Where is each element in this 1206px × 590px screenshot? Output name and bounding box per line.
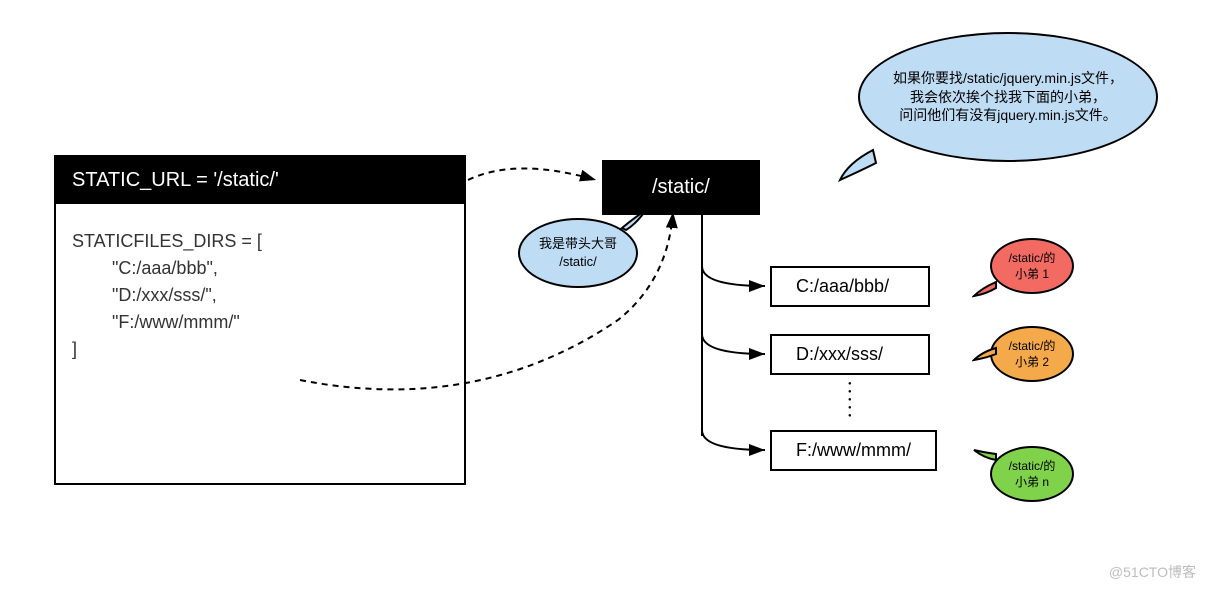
watermark: @51CTO博客: [1109, 562, 1196, 582]
vertical-ellipsis: ●●●●●: [848, 380, 852, 420]
speech-minion-1: /static/的 小弟 1: [990, 238, 1074, 294]
speech-minion-n: /static/的 小弟 n: [990, 446, 1074, 502]
speech-minion-1-tail: [972, 280, 998, 300]
speech-big: 如果你要找/static/jquery.min.js文件， 我会依次挨个找我下面…: [858, 32, 1158, 162]
dir-path-1: C:/aaa/bbb/: [796, 276, 889, 296]
speech-minion-n-text: /static/的 小弟 n: [1009, 458, 1056, 490]
code-header: STATIC_URL = '/static/': [56, 157, 464, 204]
speech-minion-1-text: /static/的 小弟 1: [1009, 250, 1056, 282]
static-boss-label: /static/: [652, 176, 710, 198]
speech-minion-2-tail: [972, 346, 998, 364]
arrow-body-to-static: [298, 200, 678, 420]
dir-path-3: F:/www/mmm/: [796, 440, 911, 460]
speech-big-text: 如果你要找/static/jquery.min.js文件， 我会依次挨个找我下面…: [893, 69, 1123, 126]
speech-minion-2: /static/的 小弟 2: [990, 326, 1074, 382]
dir-path-2: D:/xxx/sss/: [796, 344, 883, 364]
speech-big-tail: [838, 145, 878, 185]
static-url-line: STATIC_URL = '/static/': [72, 169, 279, 191]
arrow-header-to-static: [466, 155, 606, 195]
speech-minion-2-text: /static/的 小弟 2: [1009, 338, 1056, 370]
speech-minion-n-tail: [972, 448, 998, 466]
branch-arrows: [680, 206, 800, 476]
